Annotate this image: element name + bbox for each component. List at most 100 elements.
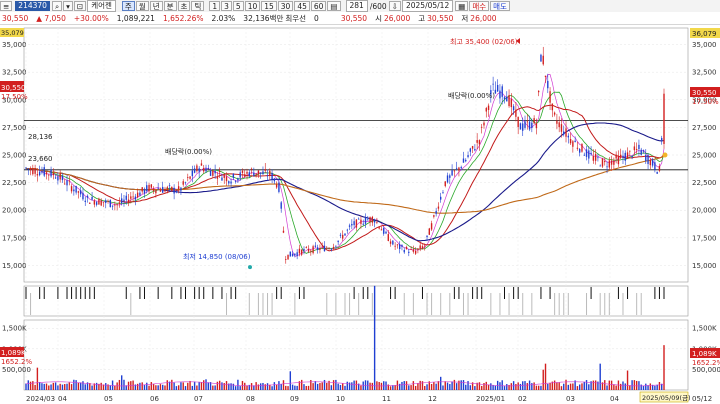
candle-body <box>487 105 490 110</box>
signal-bar <box>80 287 82 299</box>
interval-button-45[interactable]: 45 <box>294 1 310 11</box>
candle-body <box>316 247 319 250</box>
volume-bar <box>528 380 531 390</box>
count-field[interactable]: 281 <box>345 0 368 12</box>
volume-bar <box>180 382 182 390</box>
volume-bar <box>257 384 260 390</box>
candle-body <box>162 186 164 193</box>
interval-button-15[interactable]: 15 <box>261 1 277 11</box>
candle-body <box>631 156 633 158</box>
prev-stock-icon[interactable]: ▾ <box>63 1 73 11</box>
volume-bar <box>29 381 32 390</box>
candle-body <box>535 123 538 129</box>
volume-bar <box>64 384 66 390</box>
candle-body <box>139 192 141 196</box>
candle-body <box>563 131 565 135</box>
stock-name-field[interactable]: 케어젠 <box>87 0 116 12</box>
volume-bar <box>189 380 191 390</box>
candle-body <box>658 166 661 171</box>
volume-bar <box>136 383 139 390</box>
volume-bar <box>424 386 426 390</box>
volume-bar <box>380 382 383 390</box>
candle-body <box>569 139 572 144</box>
signal-panel <box>23 285 689 317</box>
period-button-4[interactable]: 초 <box>177 1 191 11</box>
date-field[interactable]: 2025/05/12 <box>401 0 454 12</box>
candle-body <box>203 168 205 172</box>
signal-bar <box>490 293 492 315</box>
volume-bar <box>494 385 497 390</box>
left-price-axis: 35,00032,50030,00027,50025,00022,50020,0… <box>2 41 27 270</box>
period-button-2[interactable]: 년 <box>149 1 163 11</box>
settings-icon[interactable]: ▤ <box>327 1 341 11</box>
signal-bar <box>617 287 619 299</box>
search-icon[interactable]: ⌕ <box>51 1 63 11</box>
interval-button-30[interactable]: 30 <box>277 1 294 11</box>
volume-bar <box>287 386 289 390</box>
signal-bar <box>303 287 305 299</box>
volume-bar <box>200 382 203 390</box>
signal-bar <box>440 293 442 315</box>
period-button-0[interactable]: 주 <box>121 1 135 11</box>
volume-bar <box>214 385 216 390</box>
signal-bar <box>157 287 159 299</box>
interval-button-3[interactable]: 3 <box>221 1 232 11</box>
period-button-5[interactable]: 틱 <box>191 1 205 11</box>
candle-body <box>285 259 287 260</box>
export-icon[interactable]: ⇩ <box>388 1 401 11</box>
volume-bar <box>303 384 305 390</box>
signal-bar <box>75 287 77 299</box>
interval-button-1[interactable]: 1 <box>209 1 221 11</box>
volume-bar <box>166 380 168 390</box>
volume-bar <box>321 382 323 390</box>
stock-chart[interactable]: 35,00032,50030,00027,50025,00022,50020,0… <box>0 24 720 404</box>
period-button-1[interactable]: 월 <box>135 1 149 11</box>
candle-body <box>663 93 665 144</box>
candle-body <box>294 253 296 256</box>
volume-bar <box>282 380 285 390</box>
volume-bar <box>314 381 317 390</box>
signal-bar <box>622 293 624 315</box>
interval-button-5[interactable]: 5 <box>232 1 244 11</box>
lock-icon[interactable]: ⊡ <box>73 1 87 11</box>
stock-code-field[interactable]: 214370 <box>15 1 50 11</box>
volume-bar <box>205 379 207 390</box>
candle-body <box>378 227 380 229</box>
sell-button[interactable]: 매도 <box>490 1 510 11</box>
signal-bar <box>235 287 237 299</box>
buy-button[interactable]: 매수 <box>469 1 490 11</box>
volume-bar <box>36 367 39 390</box>
menu-icon[interactable]: ≡ <box>0 1 13 11</box>
volume-bar <box>59 383 61 390</box>
volume-bar <box>490 383 492 390</box>
candle-body <box>592 156 595 161</box>
candle-body <box>275 184 278 188</box>
volume-bar <box>642 385 645 390</box>
candle-body <box>25 167 27 169</box>
volume-bar <box>61 384 64 390</box>
volume-bar <box>187 382 189 390</box>
signal-bar <box>658 287 660 299</box>
candle-body <box>647 155 649 164</box>
signal-bar <box>280 287 282 299</box>
candle-body <box>259 172 262 174</box>
calendar-icon[interactable]: ▦ <box>455 1 469 11</box>
candle-body <box>373 220 376 223</box>
volume-bar <box>371 382 374 390</box>
period-button-3[interactable]: 분 <box>163 1 177 11</box>
interval-button-60[interactable]: 60 <box>310 1 327 11</box>
signal-bar <box>412 293 414 315</box>
signal-bar <box>326 293 328 315</box>
candle-body <box>437 206 440 209</box>
interval-button-10[interactable]: 10 <box>244 1 261 11</box>
candle-body <box>348 225 351 227</box>
volume-bar <box>32 381 34 390</box>
candle-body <box>512 106 515 111</box>
candle-body <box>528 121 531 130</box>
volume-bar <box>387 384 389 390</box>
signal-bar <box>349 293 351 315</box>
signal-bar <box>508 293 510 315</box>
volume-bar <box>394 385 396 390</box>
signal-bar <box>504 287 505 299</box>
volume-bar <box>560 386 563 390</box>
